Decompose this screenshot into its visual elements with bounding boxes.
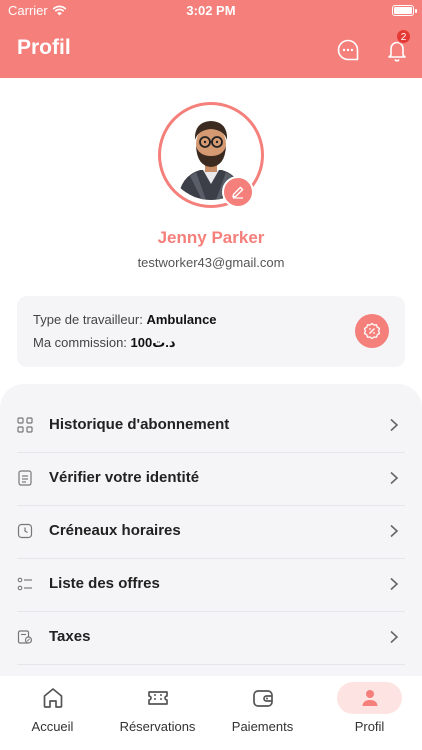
menu-item-verify-identity[interactable]: Vérifier votre identité <box>17 453 405 506</box>
menu-item-label: Créneaux horaires <box>49 522 181 539</box>
chevron-right-icon <box>390 524 399 538</box>
chevron-right-icon <box>390 418 399 432</box>
menu-item-label: Vérifier votre identité <box>49 469 200 486</box>
commission-value: 100د.ت <box>130 335 176 350</box>
worker-type-label: Type de travailleur: <box>33 312 147 327</box>
pencil-icon <box>232 186 244 199</box>
menu-item-time-slots[interactable]: Créneaux horaires <box>17 506 405 559</box>
worker-info-card: Type de travailleur: Ambulance Ma commis… <box>17 296 405 367</box>
tab-bar: Accueil Réservations Paiements Profil <box>0 676 422 750</box>
tax-icon <box>17 630 33 644</box>
menu-item-offers-list[interactable]: Liste des offres <box>17 559 405 612</box>
edit-avatar-button[interactable] <box>222 176 254 208</box>
chat-icon[interactable] <box>336 38 360 62</box>
home-icon <box>43 688 62 708</box>
wallet-icon <box>252 690 273 707</box>
app-header: Profil 2 <box>0 22 422 78</box>
page-title: Profil <box>17 36 71 59</box>
menu-item-subscription-history[interactable]: Historique d'abonnement <box>17 400 405 453</box>
notification-badge: 2 <box>396 29 411 44</box>
list-icon <box>17 577 32 591</box>
battery-icon <box>392 5 417 16</box>
tab-home[interactable]: Accueil <box>0 676 105 750</box>
chevron-right-icon <box>390 471 399 485</box>
worker-type-line: Type de travailleur: Ambulance <box>33 312 217 327</box>
discount-icon <box>363 322 381 340</box>
profile-email: testworker43@gmail.com <box>137 255 285 270</box>
grid-icon <box>17 417 33 433</box>
tab-profile[interactable]: Profil <box>327 676 412 750</box>
tab-label: Paiements <box>231 719 294 734</box>
chevron-right-icon <box>390 577 399 591</box>
tab-reservations[interactable]: Réservations <box>105 676 210 750</box>
ticket-icon <box>147 691 168 705</box>
commission-label: Ma commission: <box>33 335 131 350</box>
menu-panel: Historique d'abonnement Vérifier votre i… <box>0 384 422 684</box>
menu-item-label: Liste des offres <box>49 575 160 592</box>
document-icon <box>18 470 32 486</box>
tab-label: Accueil <box>31 719 74 734</box>
menu-item-taxes[interactable]: Taxes <box>17 612 405 665</box>
user-icon <box>362 690 377 706</box>
tab-label: Profil <box>354 719 385 734</box>
chevron-right-icon <box>390 630 399 644</box>
worker-type-value: Ambulance <box>146 312 217 327</box>
clock-icon <box>17 523 33 539</box>
menu-item-label: Historique d'abonnement <box>49 416 230 433</box>
tab-label: Réservations <box>119 719 196 734</box>
tab-payments[interactable]: Paiements <box>210 676 315 750</box>
discount-button[interactable] <box>355 314 389 348</box>
clock: 3:02 PM <box>186 3 236 18</box>
status-bar: Carrier 3:02 PM <box>0 0 422 22</box>
profile-name: Jenny Parker <box>157 228 265 247</box>
menu-item-label: Taxes <box>49 628 91 645</box>
commission-line: Ma commission: 100د.ت <box>33 335 176 351</box>
